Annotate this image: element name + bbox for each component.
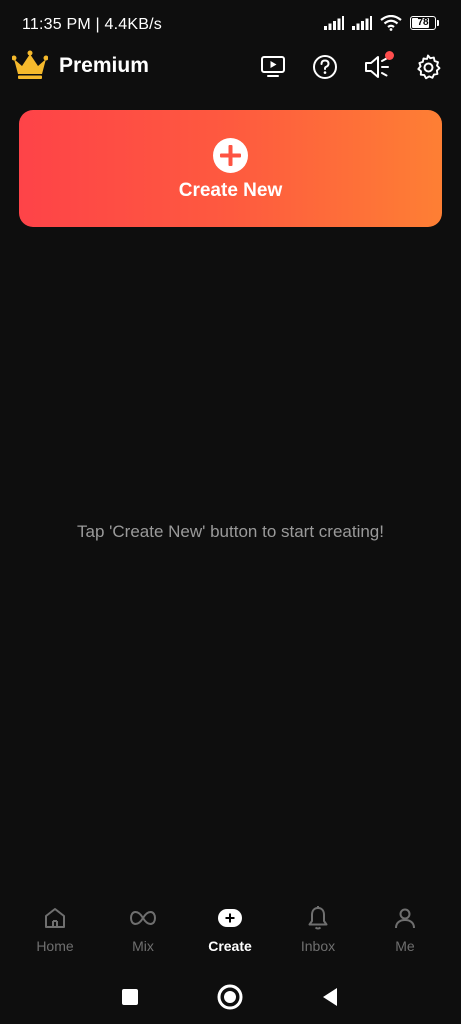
nav-me[interactable]: Me [365,895,445,959]
app-screen: 11:35 PM | 4.4KB/s 78 Premium Create New… [0,0,461,1024]
system-nav-bar [0,972,461,1020]
nav-inbox-label: Inbox [300,938,336,954]
empty-state-message: Tap 'Create New' button to start creatin… [77,522,384,541]
nav-home-label: Home [36,938,74,954]
bell-icon [306,901,330,935]
status-time-speed: 11:35 PM | 4.4KB/s [22,16,162,33]
speaker-icon[interactable] [362,51,394,82]
tv-play-icon[interactable] [258,52,288,82]
recents-square-icon[interactable] [115,982,145,1012]
signal-icon-2 [352,16,372,30]
battery-icon: 78 [410,16,439,30]
nav-mix-label: Mix [132,938,154,954]
nav-mix[interactable]: Mix [103,895,183,959]
status-icons: 78 [324,15,439,31]
help-icon[interactable] [310,52,340,82]
premium-title[interactable]: Premium [59,54,149,78]
app-header: Premium [0,44,461,90]
wifi-icon [380,15,402,31]
home-circle-icon[interactable] [215,982,245,1012]
nav-create-label: Create [208,938,252,954]
nav-home[interactable]: Home [15,895,95,959]
home-icon [43,901,67,935]
back-triangle-icon[interactable] [315,982,345,1012]
status-bar: 11:35 PM | 4.4KB/s 78 [0,0,461,50]
signal-icon [324,16,344,30]
nav-me-label: Me [395,938,415,954]
plus-circle-icon [213,138,248,173]
create-icon [217,901,243,935]
battery-level: 78 [417,17,429,28]
bottom-nav: Home Mix Create Inbox Me [0,895,461,965]
nav-create[interactable]: Create [190,895,270,959]
notification-dot [385,51,394,60]
create-new-button[interactable]: Create New [19,110,442,227]
person-icon [393,901,417,935]
nav-inbox[interactable]: Inbox [278,895,358,959]
infinity-icon [129,901,157,935]
create-new-label: Create New [178,180,283,201]
settings-icon[interactable] [413,52,443,82]
crown-icon [12,50,48,79]
